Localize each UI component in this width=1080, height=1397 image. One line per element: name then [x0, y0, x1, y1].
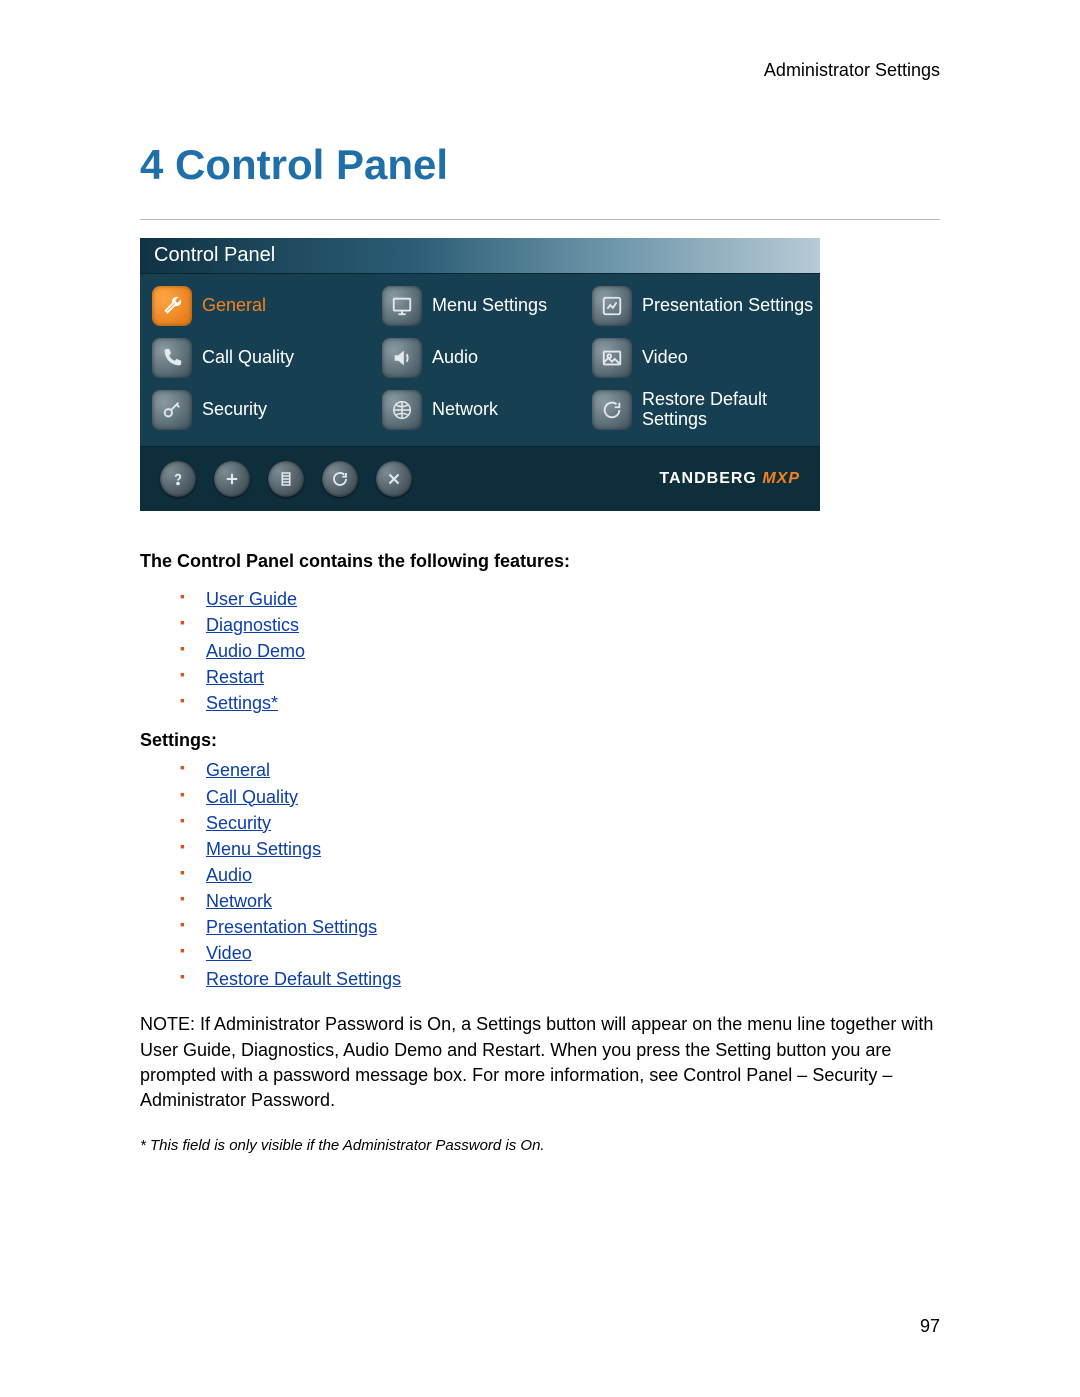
- header-section: Administrator Settings: [140, 60, 940, 81]
- list-item: Security: [180, 810, 940, 836]
- key-icon: [152, 390, 192, 430]
- list-item: Presentation Settings: [180, 914, 940, 940]
- list-item: Video: [180, 940, 940, 966]
- help-icon[interactable]: [160, 461, 196, 497]
- film-icon[interactable]: [268, 461, 304, 497]
- settings-list: General Call Quality Security Menu Setti…: [140, 757, 940, 992]
- link-video[interactable]: Video: [206, 943, 252, 963]
- monitor-icon: [382, 286, 422, 326]
- cp-item-audio[interactable]: Audio: [380, 334, 590, 382]
- cp-item-video[interactable]: Video: [590, 334, 830, 382]
- list-item: Menu Settings: [180, 836, 940, 862]
- link-menu-settings[interactable]: Menu Settings: [206, 839, 321, 859]
- link-user-guide[interactable]: User Guide: [206, 589, 297, 609]
- web-icon: [382, 390, 422, 430]
- list-item: Network: [180, 888, 940, 914]
- list-item: Audio Demo: [180, 638, 940, 664]
- phone-icon: [152, 338, 192, 378]
- footnote: * This field is only visible if the Admi…: [140, 1137, 940, 1154]
- features-lead: The Control Panel contains the following…: [140, 551, 940, 572]
- list-item: Restore Default Settings: [180, 966, 940, 992]
- cp-item-label: Presentation Settings: [642, 296, 813, 316]
- cp-item-presentation[interactable]: Presentation Settings: [590, 282, 830, 330]
- divider: [140, 219, 940, 220]
- cp-item-call-quality[interactable]: Call Quality: [150, 334, 380, 382]
- link-restore[interactable]: Restore Default Settings: [206, 969, 401, 989]
- link-network[interactable]: Network: [206, 891, 272, 911]
- link-audio-demo[interactable]: Audio Demo: [206, 641, 305, 661]
- cp-item-general[interactable]: General: [150, 282, 380, 330]
- cp-item-label: Menu Settings: [432, 296, 547, 316]
- list-item: Diagnostics: [180, 612, 940, 638]
- body-content: The Control Panel contains the following…: [140, 551, 940, 1154]
- cp-item-network[interactable]: Network: [380, 386, 590, 434]
- cp-item-label: Call Quality: [202, 348, 294, 368]
- reload-icon[interactable]: [322, 461, 358, 497]
- cp-item-label: Network: [432, 400, 498, 420]
- wrench-icon: [152, 286, 192, 326]
- control-panel-title: Control Panel: [140, 238, 820, 274]
- cp-item-label: General: [202, 296, 266, 316]
- list-item: Restart: [180, 664, 940, 690]
- cp-item-menu-settings[interactable]: Menu Settings: [380, 282, 590, 330]
- link-settings[interactable]: Settings*: [206, 693, 278, 713]
- brand-logo: TANDBERG MXP: [659, 470, 800, 488]
- link-diagnostics[interactable]: Diagnostics: [206, 615, 299, 635]
- link-audio[interactable]: Audio: [206, 865, 252, 885]
- control-panel-grid: General Menu Settings Presentation Setti…: [140, 274, 820, 446]
- close-icon[interactable]: [376, 461, 412, 497]
- picture-icon: [592, 338, 632, 378]
- link-security[interactable]: Security: [206, 813, 271, 833]
- cp-item-restore[interactable]: Restore Default Settings: [590, 386, 830, 434]
- settings-label: Settings:: [140, 730, 940, 751]
- link-presentation[interactable]: Presentation Settings: [206, 917, 377, 937]
- link-general[interactable]: General: [206, 760, 270, 780]
- chart-icon: [592, 286, 632, 326]
- features-list: User Guide Diagnostics Audio Demo Restar…: [140, 586, 940, 716]
- link-call-quality[interactable]: Call Quality: [206, 787, 298, 807]
- section-title: 4 Control Panel: [140, 141, 940, 189]
- cp-item-label: Security: [202, 400, 267, 420]
- cp-item-label: Video: [642, 348, 688, 368]
- page-number: 97: [920, 1316, 940, 1337]
- list-item: Call Quality: [180, 784, 940, 810]
- control-panel-screenshot: Control Panel General Menu Settings Pres…: [140, 238, 820, 511]
- list-item: User Guide: [180, 586, 940, 612]
- cp-item-security[interactable]: Security: [150, 386, 380, 434]
- list-item: General: [180, 757, 940, 783]
- list-item: Audio: [180, 862, 940, 888]
- control-panel-toolbar: TANDBERG MXP: [140, 446, 820, 511]
- link-restart[interactable]: Restart: [206, 667, 264, 687]
- note-paragraph: NOTE: If Administrator Password is On, a…: [140, 1012, 940, 1113]
- speaker-icon: [382, 338, 422, 378]
- refresh-icon: [592, 390, 632, 430]
- add-icon[interactable]: [214, 461, 250, 497]
- list-item: Settings*: [180, 690, 940, 716]
- cp-item-label: Audio: [432, 348, 478, 368]
- cp-item-label: Restore Default Settings: [642, 390, 828, 430]
